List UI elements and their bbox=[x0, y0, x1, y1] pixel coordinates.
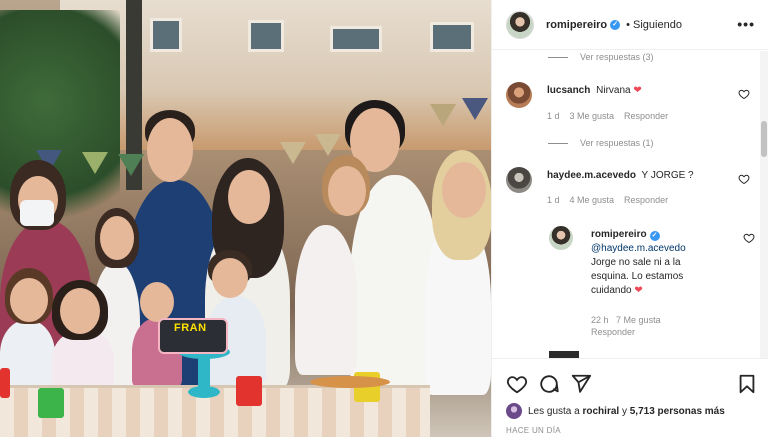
cake-text: FRAN bbox=[174, 322, 207, 334]
photo-cup bbox=[0, 368, 10, 398]
verified-badge-icon: ✓ bbox=[649, 231, 660, 241]
comment-item: haydee.m.acevedo Y JORGE ? 1 d 4 Me gust… bbox=[506, 167, 750, 217]
comment-like-heart-icon[interactable] bbox=[738, 88, 750, 100]
comment-body: Y JORGE ? bbox=[641, 170, 694, 181]
reply-time[interactable]: 22 h bbox=[591, 315, 609, 325]
photo-face bbox=[60, 288, 100, 334]
reply-likes[interactable]: 7 Me gusta bbox=[616, 315, 661, 325]
header-separator: • bbox=[626, 18, 630, 31]
comment-meta: 1 d 4 Me gusta Responder bbox=[547, 195, 668, 205]
photo-cup bbox=[236, 376, 262, 406]
comment-like-heart-icon[interactable] bbox=[738, 173, 750, 185]
photo-face bbox=[100, 216, 134, 260]
author-username[interactable]: romipereiro bbox=[546, 19, 607, 31]
replier-username[interactable]: romipereiro bbox=[591, 229, 647, 240]
reply-button[interactable]: Responder bbox=[624, 195, 668, 205]
red-heart-emoji: ❤ bbox=[634, 285, 643, 296]
heart-icon[interactable] bbox=[506, 373, 528, 395]
photo-bunting bbox=[82, 152, 108, 174]
photo-cup bbox=[38, 388, 64, 418]
photo-face bbox=[328, 166, 366, 216]
follow-status-button[interactable]: Siguiendo bbox=[633, 19, 682, 31]
commenter-username[interactable]: lucsanch bbox=[547, 85, 590, 96]
commenter-username[interactable]: haydee.m.acevedo bbox=[547, 170, 636, 181]
scrollbar-thumb[interactable] bbox=[761, 121, 767, 157]
photo-person bbox=[295, 225, 357, 375]
likes-middle: y bbox=[621, 405, 627, 417]
comment-icon[interactable] bbox=[538, 373, 560, 395]
view-replies-button[interactable]: Ver respuestas (3) bbox=[548, 52, 654, 62]
comments-list: Ver respuestas (3) lucsanch Nirvana ❤ 1 … bbox=[492, 51, 768, 358]
reply-like-heart-icon[interactable] bbox=[743, 232, 755, 244]
share-icon[interactable] bbox=[570, 373, 592, 395]
replier-avatar[interactable] bbox=[549, 226, 573, 250]
commenter-avatar[interactable] bbox=[506, 82, 532, 108]
post-header: romipereiro ✓ • Siguiendo ••• bbox=[492, 0, 768, 50]
post-photo[interactable]: FRAN bbox=[0, 0, 491, 437]
likes-count[interactable]: 5,713 personas más bbox=[630, 406, 725, 417]
comment-time[interactable]: 1 d bbox=[547, 195, 560, 205]
comment-likes[interactable]: 3 Me gusta bbox=[570, 111, 615, 121]
comment-item: lucsanch Nirvana ❤ 1 d 3 Me gusta Respon… bbox=[506, 82, 750, 142]
comment-meta: 1 d 3 Me gusta Responder bbox=[547, 111, 668, 121]
comment-likes[interactable]: 4 Me gusta bbox=[570, 195, 615, 205]
photo-face bbox=[442, 162, 486, 218]
photo-mask bbox=[20, 200, 54, 226]
red-heart-emoji: ❤ bbox=[633, 85, 642, 96]
comment-text: lucsanch Nirvana ❤ bbox=[547, 84, 727, 98]
comment-text: haydee.m.acevedo Y JORGE ? bbox=[547, 169, 727, 183]
view-replies-label: Ver respuestas (1) bbox=[580, 138, 654, 148]
reply-button[interactable]: Responder bbox=[624, 111, 668, 121]
photo-window bbox=[430, 22, 474, 52]
divider-line bbox=[548, 56, 568, 58]
photo-face bbox=[10, 278, 48, 322]
photo-bunting bbox=[315, 134, 341, 156]
liker-avatar[interactable] bbox=[506, 403, 522, 419]
comment-time[interactable]: 1 d bbox=[547, 111, 560, 121]
more-icon[interactable]: ••• bbox=[737, 16, 755, 32]
photo-bunting bbox=[118, 154, 144, 176]
divider-line bbox=[548, 142, 568, 144]
post-actions: Les gusta a rochiral y 5,713 personas má… bbox=[492, 358, 768, 437]
likes-prefix: Les gusta a bbox=[528, 405, 580, 417]
view-replies-label: Ver respuestas (3) bbox=[580, 52, 654, 62]
bookmark-icon[interactable] bbox=[736, 373, 758, 395]
photo-bunting bbox=[430, 104, 456, 126]
reply-text: romipereiro ✓ @haydee.m.acevedo Jorge no … bbox=[591, 228, 711, 298]
post-side-panel: romipereiro ✓ • Siguiendo ••• Ver respue… bbox=[491, 0, 768, 437]
likes-summary: Les gusta a rochiral y 5,713 personas má… bbox=[506, 403, 725, 419]
verified-badge-icon: ✓ bbox=[610, 19, 621, 30]
photo-plate bbox=[310, 376, 390, 388]
author-avatar[interactable] bbox=[506, 10, 534, 39]
comments-scrollbar[interactable] bbox=[760, 51, 768, 358]
commenter-avatar[interactable] bbox=[506, 167, 532, 193]
reply-button[interactable]: Responder bbox=[591, 327, 635, 337]
photo-window bbox=[330, 26, 382, 52]
photo-window bbox=[248, 20, 284, 52]
photo-face bbox=[147, 118, 193, 182]
photo-bunting bbox=[280, 142, 306, 164]
comment-body: Nirvana bbox=[596, 85, 631, 96]
reply-mention[interactable]: @haydee.m.acevedo bbox=[591, 243, 686, 254]
liker-username[interactable]: rochiral bbox=[583, 406, 620, 417]
next-comment-peek bbox=[549, 351, 579, 358]
photo-face bbox=[228, 170, 270, 224]
photo-bunting bbox=[462, 98, 488, 120]
reply-item: romipereiro ✓ @haydee.m.acevedo Jorge no … bbox=[549, 226, 755, 346]
post-timestamp[interactable]: HACE UN DÍA bbox=[506, 426, 561, 435]
photo-face bbox=[212, 258, 248, 298]
view-replies-button[interactable]: Ver respuestas (1) bbox=[548, 138, 654, 148]
reply-meta: 22 h 7 Me gusta Responder bbox=[591, 314, 701, 338]
photo-face bbox=[140, 282, 174, 322]
photo-window bbox=[150, 18, 182, 52]
